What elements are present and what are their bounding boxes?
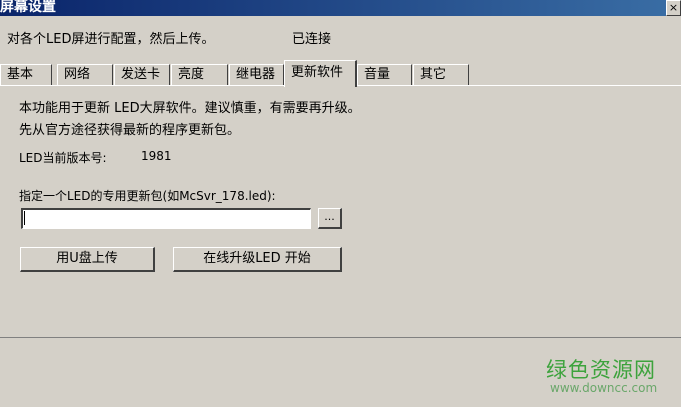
- tab-update-software[interactable]: 更新软件: [284, 60, 357, 87]
- text-caret: [24, 211, 25, 225]
- tab-other[interactable]: 其它: [413, 64, 469, 85]
- close-icon[interactable]: ×: [666, 0, 681, 16]
- tab-basic[interactable]: 基本: [0, 64, 52, 85]
- version-value: 1981: [141, 149, 172, 163]
- tab-bar: 基本 网络 发送卡 亮度 继电器 更新软件 音量 其它: [0, 60, 681, 87]
- tab-brightness[interactable]: 亮度: [171, 64, 228, 85]
- watermark-site-name: 绿色资源网: [546, 358, 656, 382]
- connection-status: 已连接: [292, 32, 332, 47]
- tab-volume[interactable]: 音量: [357, 64, 412, 85]
- window-title: 屏幕设置: [0, 0, 56, 15]
- package-label: 指定一个LED的专用更新包(如McSvr_178.led):: [19, 189, 276, 203]
- browse-button[interactable]: ...: [318, 208, 342, 229]
- version-label: LED当前版本号:: [19, 151, 107, 165]
- description-line-2: 先从官方途径获得最新的程序更新包。: [19, 123, 241, 138]
- description-line-1: 本功能用于更新 LED大屏软件。建议慎重，有需要再升级。: [19, 101, 361, 116]
- usb-upload-button[interactable]: 用U盘上传: [20, 247, 155, 272]
- instruction-text: 对各个LED屏进行配置，然后上传。: [7, 32, 215, 47]
- tab-relay[interactable]: 继电器: [229, 64, 284, 85]
- tab-sending-card[interactable]: 发送卡: [114, 64, 170, 85]
- package-path-input[interactable]: [21, 208, 311, 229]
- update-software-panel: 本功能用于更新 LED大屏软件。建议慎重，有需要再升级。 先从官方途径获得最新的…: [0, 85, 681, 338]
- watermark-site-url: www.downcc.com: [550, 381, 658, 395]
- online-upgrade-button[interactable]: 在线升级LED 开始: [173, 247, 342, 272]
- tab-network[interactable]: 网络: [57, 64, 113, 85]
- title-bar: 屏幕设置 ×: [0, 0, 681, 16]
